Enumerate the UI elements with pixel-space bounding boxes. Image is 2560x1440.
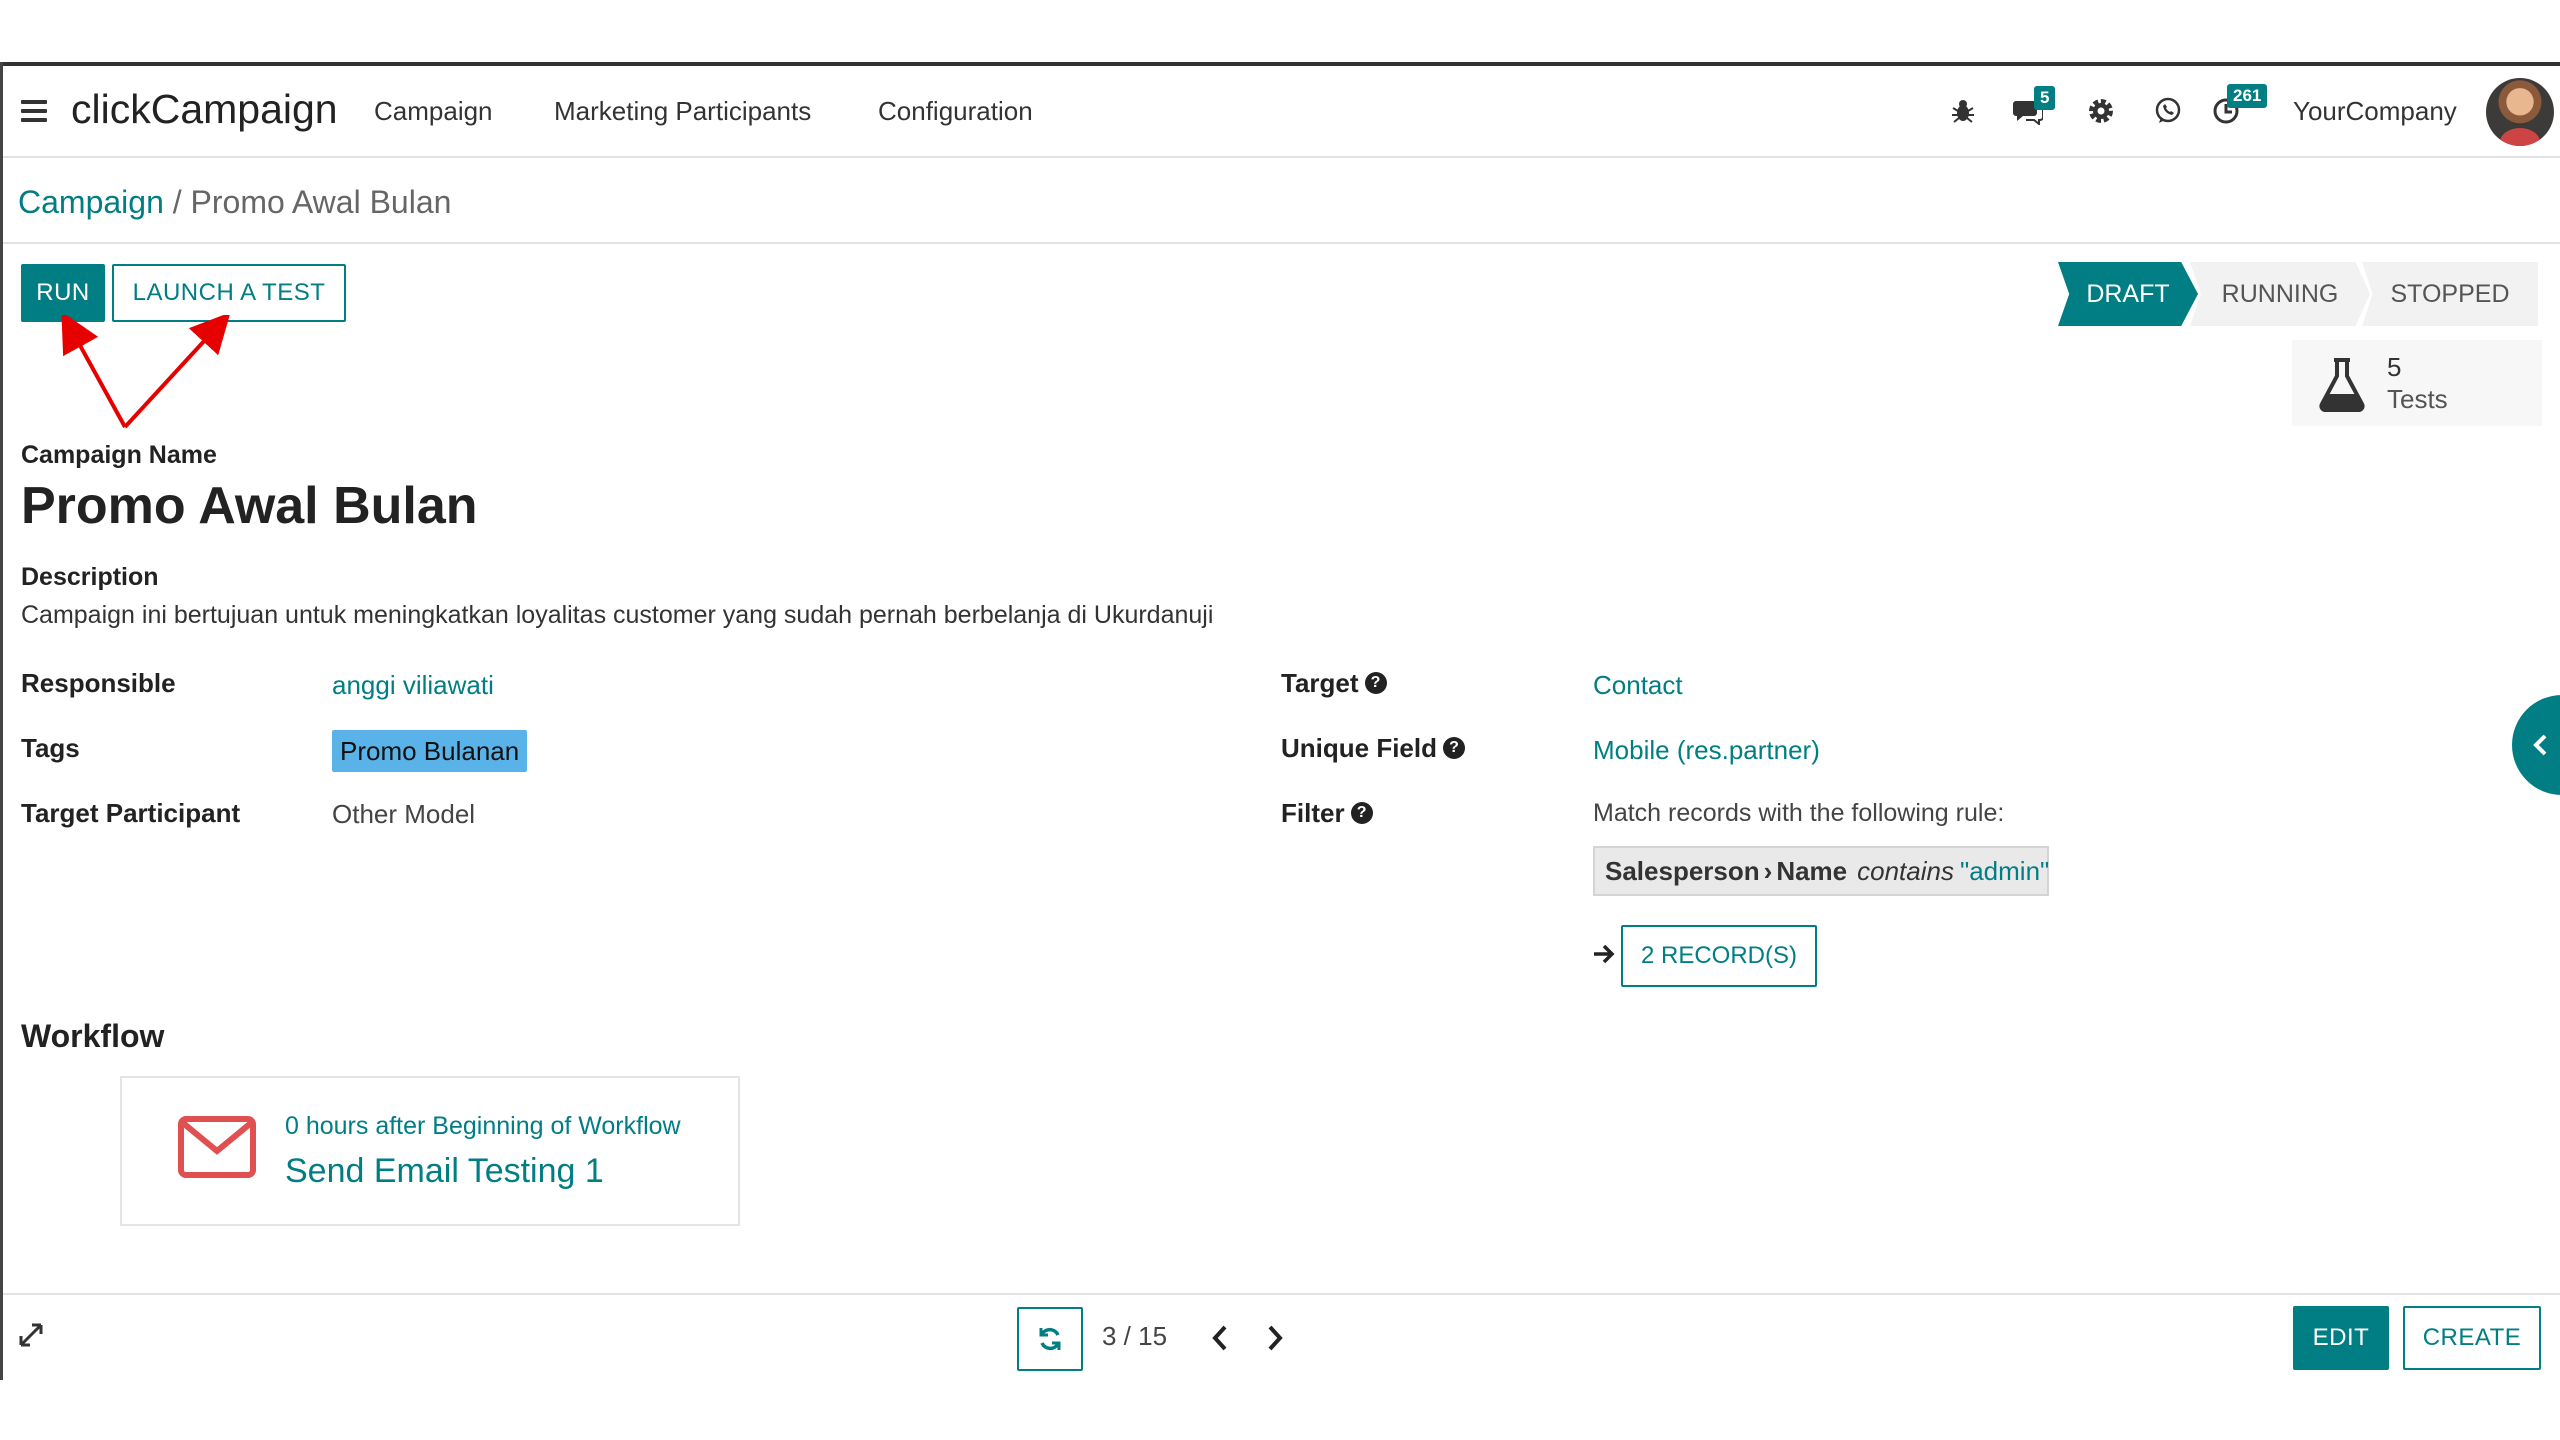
- campaign-name: Promo Awal Bulan: [21, 477, 478, 535]
- tag-promo-bulanan[interactable]: Promo Bulanan: [332, 730, 528, 772]
- breadcrumb: Campaign / Promo Awal Bulan: [18, 184, 451, 221]
- screenshot-bottom-margin: [0, 1380, 2560, 1440]
- workflow-title: Workflow: [21, 1018, 165, 1054]
- unique-field-label-text: Unique Field: [1281, 733, 1437, 763]
- debug-bug-icon[interactable]: [1946, 94, 1980, 128]
- flask-icon: [2319, 358, 2365, 412]
- records-button[interactable]: 2 RECORD(S): [1621, 925, 1817, 987]
- chevron-right-icon[interactable]: [1265, 1323, 1285, 1353]
- annotation-arrows: [61, 315, 231, 429]
- help-icon[interactable]: ?: [1350, 802, 1373, 825]
- main-navbar: clickCampaign Campaign Marketing Partici…: [3, 66, 2560, 158]
- responsible-value[interactable]: anggi viliawati: [332, 670, 494, 701]
- unique-field-value[interactable]: Mobile (res.partner): [1593, 735, 1820, 766]
- target-participant-value: Other Model: [332, 799, 476, 829]
- filter-field: Salesperson: [1605, 855, 1760, 886]
- launch-test-button[interactable]: LAUNCH A TEST: [112, 264, 346, 322]
- menu-campaign[interactable]: Campaign: [374, 96, 493, 127]
- window-frame-left: [0, 62, 3, 1380]
- chatter-toggle-tab[interactable]: [2512, 695, 2560, 795]
- menu-configuration[interactable]: Configuration: [878, 96, 1033, 127]
- campaign-name-label: Campaign Name: [21, 441, 217, 469]
- expand-icon[interactable]: [17, 1321, 45, 1349]
- filter-operator: contains: [1857, 855, 1954, 886]
- pager-value[interactable]: 3 / 15: [1102, 1321, 1167, 1352]
- menu-marketing-participants[interactable]: Marketing Participants: [554, 96, 811, 127]
- refresh-icon: [1039, 1327, 1061, 1351]
- user-avatar[interactable]: [2486, 78, 2554, 146]
- stage-draft[interactable]: DRAFT: [2058, 262, 2198, 326]
- edit-button[interactable]: EDIT: [2293, 1306, 2389, 1370]
- tests-label: Tests: [2387, 384, 2448, 414]
- filter-label-text: Filter: [1281, 798, 1345, 828]
- tests-smart-button[interactable]: 5 Tests: [2292, 340, 2542, 426]
- chevron-right-icon: ›: [1763, 855, 1773, 886]
- settings-gear-icon[interactable]: [2084, 94, 2118, 128]
- workflow-activity-trigger: 0 hours after Beginning of Workflow: [285, 1112, 681, 1140]
- run-button[interactable]: RUN: [21, 264, 105, 322]
- breadcrumb-parent-link[interactable]: Campaign: [18, 184, 164, 220]
- whatsapp-icon[interactable]: [2151, 94, 2185, 128]
- tags-label: Tags: [21, 733, 80, 763]
- messages-badge: 5: [2034, 86, 2056, 110]
- arrow-right-icon: [1594, 944, 1615, 964]
- apps-menu-icon[interactable]: [21, 100, 47, 122]
- control-panel: Campaign / Promo Awal Bulan: [3, 160, 2560, 244]
- stage-running[interactable]: RUNNING: [2190, 262, 2370, 326]
- help-icon[interactable]: ?: [1364, 672, 1387, 695]
- description-label: Description: [21, 563, 159, 591]
- create-button[interactable]: CREATE: [2403, 1306, 2541, 1370]
- target-participant-label: Target Participant: [21, 798, 241, 828]
- workflow-activity-name[interactable]: Send Email Testing 1: [285, 1152, 604, 1191]
- refresh-button[interactable]: [1017, 1307, 1083, 1371]
- chevron-left-icon[interactable]: [1210, 1323, 1230, 1353]
- help-icon[interactable]: ?: [1443, 737, 1465, 760]
- mail-envelope-icon: [178, 1116, 256, 1178]
- chevron-left-icon: [2533, 734, 2547, 756]
- filter-subfield: Name: [1776, 855, 1848, 886]
- tests-count: 5: [2387, 352, 2402, 382]
- screenshot-top-margin: [0, 0, 2560, 62]
- stage-stopped[interactable]: STOPPED: [2362, 262, 2538, 326]
- target-label-text: Target: [1281, 668, 1359, 698]
- app-brand[interactable]: clickCampaign: [71, 86, 338, 133]
- workflow-activity-card[interactable]: 0 hours after Beginning of Workflow Send…: [120, 1076, 740, 1226]
- filter-value: "admin": [1959, 855, 2050, 886]
- filter-intro: Match records with the following rule:: [1593, 799, 2005, 827]
- unique-field-label: Unique Field?: [1281, 733, 1465, 764]
- breadcrumb-current: Promo Awal Bulan: [190, 184, 452, 220]
- activities-badge: 261: [2227, 84, 2268, 108]
- breadcrumb-separator: /: [172, 184, 182, 220]
- target-value[interactable]: Contact: [1593, 670, 1683, 701]
- responsible-label: Responsible: [21, 668, 176, 698]
- form-footer: 3 / 15 EDIT CREATE: [3, 1293, 2560, 1380]
- company-switcher[interactable]: YourCompany: [2293, 96, 2457, 127]
- filter-label: Filter?: [1281, 798, 1373, 829]
- target-label: Target?: [1281, 668, 1387, 699]
- filter-domain-rule[interactable]: Salesperson › Name contains "admin": [1593, 846, 2049, 896]
- description-value: Campaign ini bertujuan untuk meningkatka…: [21, 601, 1214, 629]
